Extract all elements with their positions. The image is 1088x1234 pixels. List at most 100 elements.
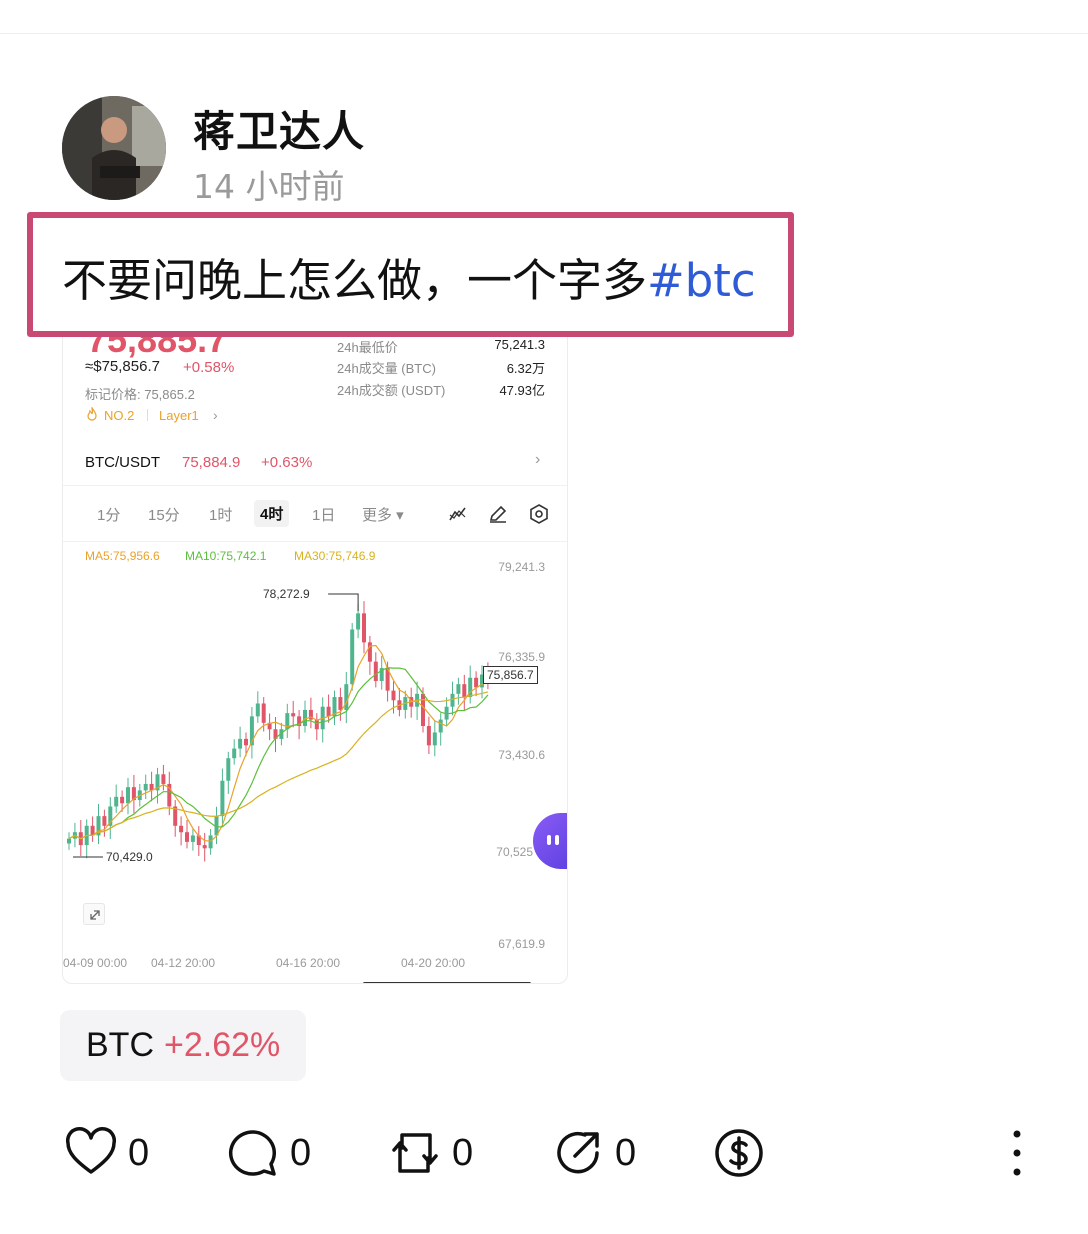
embedded-screenshot[interactable]: 75,885.7 ≈$75,856.7 +0.58% 标记价格: 75,865.… <box>62 300 568 984</box>
stat-value: 47.93亿 <box>499 383 545 398</box>
candle-body <box>432 732 437 746</box>
caption-text: 不要问晚上怎么做，一个字多 <box>62 254 648 307</box>
share-count: 0 <box>615 1131 637 1174</box>
screenshot-fiat-price: ≈$75,856.7 <box>85 358 160 375</box>
indicator-icon[interactable] <box>447 503 469 525</box>
candle-body <box>143 783 148 791</box>
candle-body <box>238 738 243 749</box>
candle-body <box>350 629 355 685</box>
pair-change: +0.63% <box>261 454 313 471</box>
timeframe-tab[interactable]: 15分 <box>148 504 180 525</box>
repost-count: 0 <box>452 1131 474 1174</box>
candle-body <box>161 774 166 784</box>
y-axis-label: 73,430.6 <box>498 748 545 762</box>
assistant-bubble-icon[interactable] <box>533 813 567 869</box>
timeframe-tab[interactable]: 1时 <box>209 504 232 525</box>
candle-body <box>185 832 189 842</box>
candle-body <box>255 703 260 717</box>
ma-line <box>68 644 489 842</box>
candle-body <box>450 693 455 707</box>
candle-body <box>126 787 130 804</box>
top-divider <box>0 33 1088 34</box>
timeframe-more[interactable]: 更多 ▾ <box>362 504 404 525</box>
home-indicator <box>363 982 531 983</box>
divider <box>63 485 567 486</box>
timeframe-tab[interactable]: 1分 <box>97 504 120 525</box>
draw-pencil-icon[interactable] <box>487 503 509 525</box>
share-arrow-icon <box>557 1131 599 1174</box>
screenshot-rank: NO.2 <box>104 408 135 423</box>
more-options-button[interactable] <box>990 1125 1044 1181</box>
candle-body <box>179 825 184 833</box>
current-price-label: 75,856.7 <box>483 666 538 684</box>
y-axis-label: 79,241.3 <box>498 560 545 574</box>
candlestick-chart[interactable] <box>63 541 568 981</box>
candle-body <box>326 706 331 717</box>
chevron-right-icon: › <box>213 407 218 423</box>
low-price-label: 70,429.0 <box>106 850 153 864</box>
screenshot-fiat-change: +0.58% <box>183 359 235 376</box>
high-leader-line <box>328 593 359 611</box>
avatar[interactable] <box>62 96 166 200</box>
settings-hex-icon[interactable] <box>528 503 550 525</box>
ma-line <box>68 691 489 840</box>
candle-body <box>114 796 119 807</box>
candle-body <box>202 845 207 849</box>
candle-body <box>438 719 443 733</box>
coin-name: BTC <box>86 1026 154 1064</box>
candle-body <box>226 758 231 781</box>
candle-body <box>391 690 396 701</box>
candle-body <box>426 726 431 746</box>
comment-bubble-icon <box>228 1130 277 1176</box>
caption-hashtag[interactable]: #btc <box>647 254 756 307</box>
like-count: 0 <box>128 1131 150 1174</box>
x-axis-label: 04-20 20:00 <box>401 956 466 970</box>
candle-body <box>120 796 125 804</box>
candle-body <box>462 684 467 698</box>
candle-body <box>208 835 213 849</box>
timeframe-tab-active[interactable]: 4时 <box>254 500 290 527</box>
post-time: 14 小时前 <box>193 167 345 206</box>
author-name[interactable]: 蒋卫达人 <box>193 98 365 159</box>
tip-button[interactable] <box>712 1125 766 1181</box>
stat-label: 24h最低价 <box>337 340 398 355</box>
candle-body <box>456 684 461 694</box>
comment-count: 0 <box>290 1131 312 1174</box>
candle-body <box>338 697 343 710</box>
candle-body <box>474 677 479 688</box>
candle-body <box>102 816 107 826</box>
heart-icon <box>65 1127 117 1174</box>
high-price-label: 78,272.9 <box>263 587 310 601</box>
x-axis-label: 04-16 20:00 <box>276 956 341 970</box>
stat-value: 75,241.3 <box>494 337 545 352</box>
y-axis-label: 76,335.9 <box>498 650 545 664</box>
stat-label: 24h成交额 (USDT) <box>337 383 446 398</box>
candle-body <box>261 703 266 723</box>
candle-body <box>232 748 237 759</box>
tag-separator <box>147 409 148 421</box>
stat-value: 6.32万 <box>506 361 545 376</box>
candle-body <box>367 642 372 662</box>
y-axis-label: 70,525 <box>496 845 533 859</box>
comment-button[interactable]: 0 <box>226 1125 311 1181</box>
candle-body <box>373 661 378 681</box>
coin-change: +2.62% <box>164 1026 281 1064</box>
repost-button[interactable]: 0 <box>388 1125 473 1181</box>
candle-body <box>421 693 425 727</box>
share-button[interactable]: 0 <box>551 1125 636 1181</box>
chevron-right-icon: › <box>535 451 541 468</box>
pair-price: 75,884.9 <box>182 454 241 471</box>
like-button[interactable]: 0 <box>64 1125 149 1181</box>
dollar-coin-icon <box>715 1129 763 1177</box>
pair-name[interactable]: BTC/USDT <box>85 454 160 471</box>
candle-body <box>67 838 71 844</box>
expand-icon[interactable] <box>83 903 105 925</box>
y-axis-label: 67,619.9 <box>498 937 545 951</box>
screenshot-mark-price: 标记价格: 75,865.2 <box>85 387 195 402</box>
timeframe-tab[interactable]: 1日 <box>312 504 335 525</box>
candle-body <box>244 738 248 746</box>
avatar-photo-icon <box>62 96 166 200</box>
screenshot-tag[interactable]: Layer1 <box>159 408 199 423</box>
x-axis-label: 04-09 00:00 <box>63 956 128 970</box>
ma-line <box>68 667 489 840</box>
